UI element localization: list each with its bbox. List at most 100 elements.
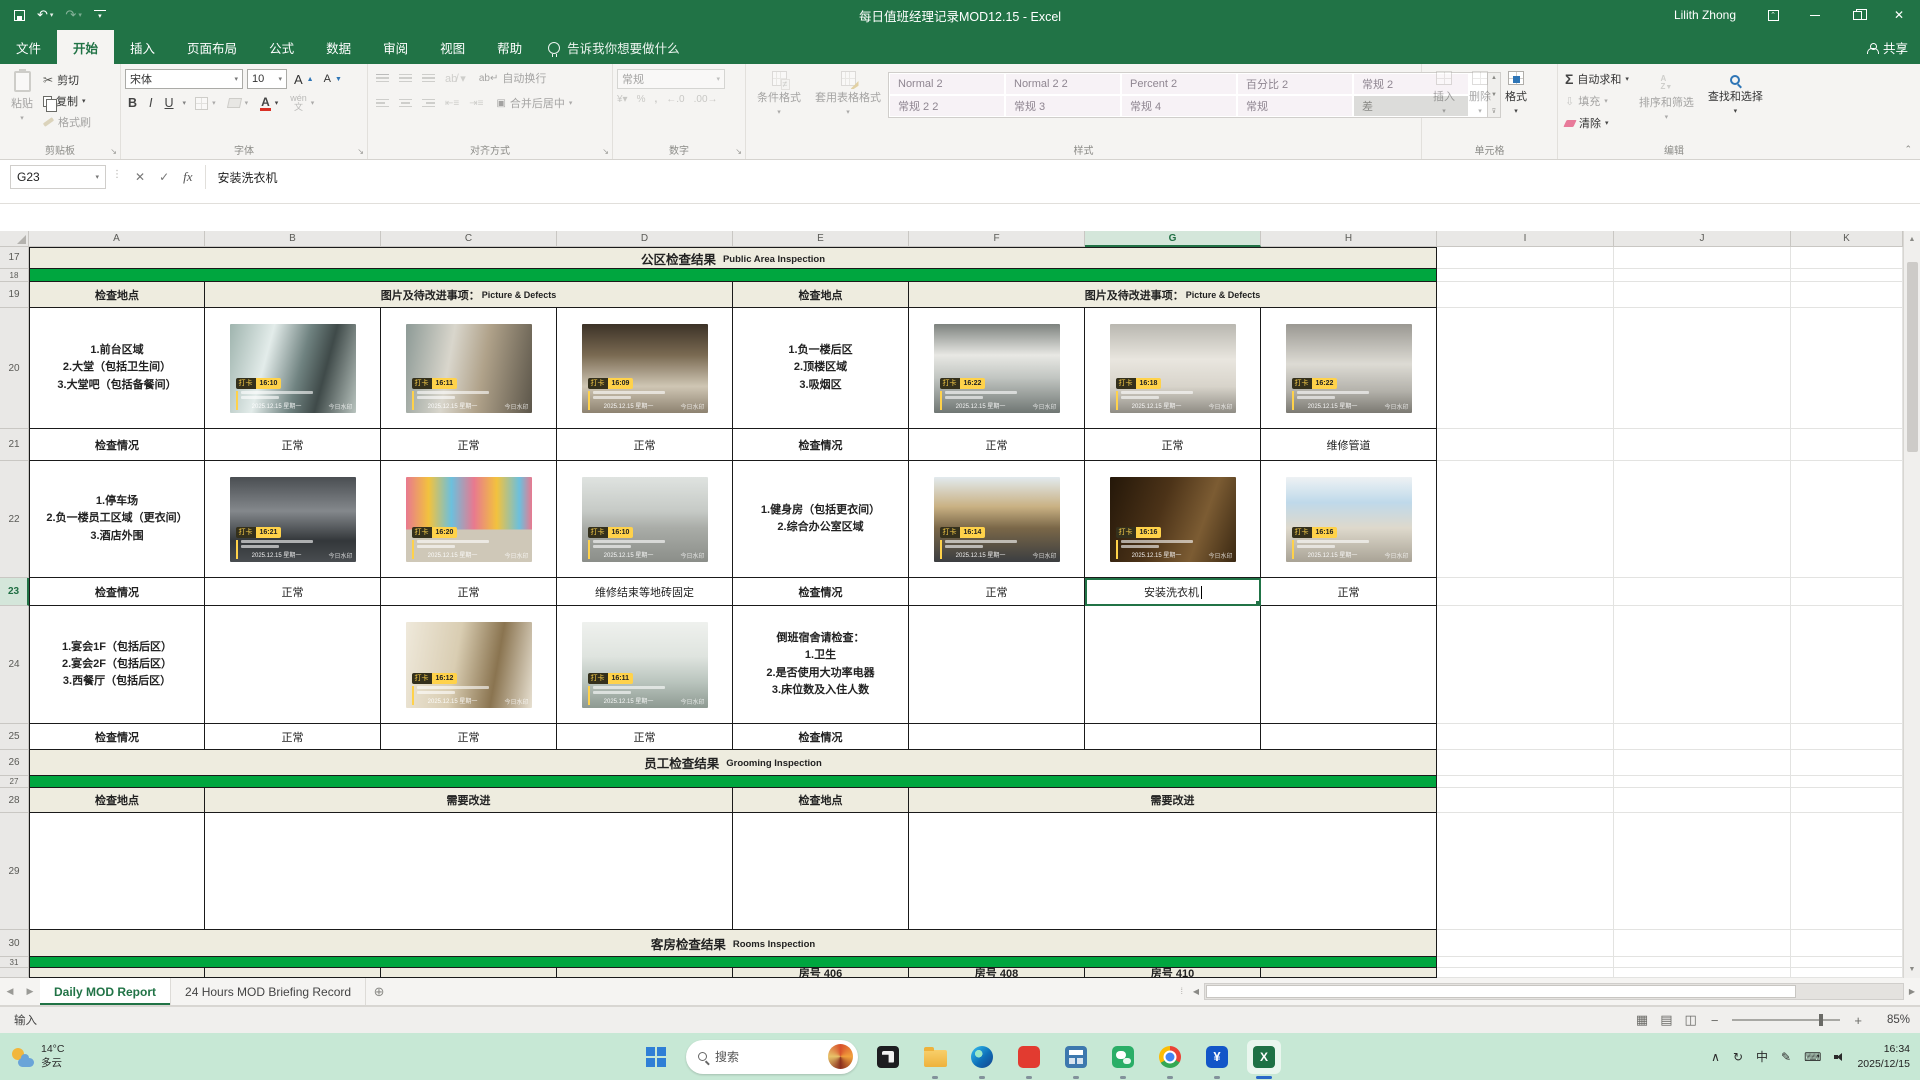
- empty-cell-J[interactable]: [1614, 429, 1791, 461]
- cell-D-row24[interactable]: 打卡16:112025.12.15 星期一今日水印: [557, 606, 733, 724]
- empty-cell-J[interactable]: [1614, 308, 1791, 429]
- cell-D-row23[interactable]: 维修结束等地砖固定: [557, 578, 733, 606]
- tab-review[interactable]: 审阅: [367, 30, 424, 64]
- confirm-entry-button[interactable]: ✓: [159, 170, 169, 184]
- align-center-button[interactable]: [399, 97, 412, 110]
- cell-D-row25[interactable]: 正常: [557, 724, 733, 750]
- ribbon-display-options-button[interactable]: ⌃: [1752, 0, 1794, 30]
- cell-H-row20[interactable]: 打卡16:222025.12.15 星期一今日水印: [1261, 308, 1437, 429]
- wrap-text-button[interactable]: ab↵自动换行: [476, 69, 550, 87]
- zoom-slider-thumb[interactable]: [1819, 1014, 1823, 1026]
- italic-button[interactable]: I: [146, 96, 155, 110]
- column-header-D[interactable]: D: [557, 231, 733, 247]
- cell-B-D-row29[interactable]: [205, 813, 733, 930]
- number-format-select[interactable]: 常规▾: [617, 69, 725, 89]
- empty-cell-J[interactable]: [1614, 957, 1791, 968]
- cell-E-row29[interactable]: [733, 813, 909, 930]
- empty-cell-J[interactable]: [1614, 724, 1791, 750]
- cell-F-H-row29[interactable]: [909, 813, 1437, 930]
- tell-me-box[interactable]: 告诉我你想要做什么: [538, 30, 690, 64]
- autosum-button[interactable]: Σ自动求和▾: [1562, 70, 1632, 88]
- empty-cell-K[interactable]: [1791, 247, 1903, 269]
- empty-cell-K[interactable]: [1791, 968, 1903, 978]
- delete-cells-button[interactable]: 删除▾: [1462, 69, 1498, 117]
- taskbar-wechat[interactable]: [1106, 1040, 1140, 1074]
- accounting-format-button[interactable]: ¥▾: [617, 94, 628, 105]
- phonetic-guide-button[interactable]: wén文▾: [287, 93, 317, 113]
- row-header-28[interactable]: 28: [0, 788, 29, 813]
- empty-cell-J[interactable]: [1614, 269, 1791, 282]
- row-header-27[interactable]: 27: [0, 776, 29, 788]
- empty-cell-I[interactable]: [1437, 282, 1614, 308]
- empty-cell-K[interactable]: [1791, 788, 1903, 813]
- cell-A-row25[interactable]: 检查情况: [29, 724, 205, 750]
- cell-F-H-row28[interactable]: 需要改进: [909, 788, 1437, 813]
- empty-cell-K[interactable]: [1791, 750, 1903, 776]
- copy-button[interactable]: 复制▾: [40, 92, 94, 110]
- cell-E-row20[interactable]: 1.负一楼后区2.顶楼区域3.吸烟区: [733, 308, 909, 429]
- zoom-slider[interactable]: [1732, 1019, 1840, 1021]
- undo-button[interactable]: ↶▾: [37, 7, 53, 23]
- cell-F-row22[interactable]: 打卡16:142025.12.15 星期一今日水印: [909, 461, 1085, 578]
- search-highlight-icon[interactable]: [828, 1044, 853, 1069]
- empty-cell-J[interactable]: [1614, 813, 1791, 930]
- zoom-out-button[interactable]: −: [1709, 1013, 1721, 1028]
- column-header-I[interactable]: I: [1437, 231, 1614, 247]
- cell-H-row22[interactable]: 打卡16:162025.12.15 星期一今日水印: [1261, 461, 1437, 578]
- customize-qat-button[interactable]: ▾: [94, 10, 106, 20]
- font-name-select[interactable]: 宋体▾: [125, 69, 243, 89]
- cell-H-row23[interactable]: 正常: [1261, 578, 1437, 606]
- empty-cell-I[interactable]: [1437, 788, 1614, 813]
- empty-cell-J[interactable]: [1614, 776, 1791, 788]
- cell-C-row22[interactable]: 打卡16:202025.12.15 星期一今日水印: [381, 461, 557, 578]
- cell-B-row23[interactable]: 正常: [205, 578, 381, 606]
- page-break-view-button[interactable]: ◫: [1685, 1012, 1697, 1028]
- empty-cell-I[interactable]: [1437, 930, 1614, 957]
- alignment-dialog-launcher[interactable]: ↘: [602, 147, 609, 156]
- empty-cell-K[interactable]: [1791, 813, 1903, 930]
- minimize-button[interactable]: [1794, 0, 1836, 30]
- column-header-J[interactable]: J: [1614, 231, 1791, 247]
- name-box[interactable]: G23▾: [10, 165, 106, 189]
- increase-decimal-button[interactable]: ←.0: [666, 94, 684, 105]
- taskbar-weather-widget[interactable]: 14°C多云: [12, 1033, 64, 1080]
- increase-font-button[interactable]: A▲: [291, 71, 317, 88]
- empty-cell-I[interactable]: [1437, 750, 1614, 776]
- format-as-table-button[interactable]: 套用表格格式▾: [808, 69, 888, 118]
- cell-C-row23[interactable]: 正常: [381, 578, 557, 606]
- cell-F[interactable]: 房号 408: [909, 968, 1085, 978]
- empty-cell-K[interactable]: [1791, 930, 1903, 957]
- empty-cell-K[interactable]: [1791, 606, 1903, 724]
- cell-F-H-row19[interactable]: 图片及待改进事项：Picture & Defects: [909, 282, 1437, 308]
- paste-button[interactable]: 粘贴▾: [4, 69, 40, 124]
- taskbar-finance-app[interactable]: ¥: [1200, 1040, 1234, 1074]
- row-header-partial[interactable]: [0, 968, 29, 978]
- column-header-K[interactable]: K: [1791, 231, 1903, 247]
- decrease-indent-button[interactable]: ⇤≡: [445, 98, 459, 109]
- cell-E-row21[interactable]: 检查情况: [733, 429, 909, 461]
- clear-button[interactable]: 清除▾: [1562, 114, 1632, 132]
- cell-A-row21[interactable]: 检查情况: [29, 429, 205, 461]
- cell-F-row23[interactable]: 正常: [909, 578, 1085, 606]
- cell-A[interactable]: [29, 968, 205, 978]
- number-dialog-launcher[interactable]: ↘: [735, 147, 742, 156]
- cell-G-row25[interactable]: [1085, 724, 1261, 750]
- empty-cell-K[interactable]: [1791, 429, 1903, 461]
- empty-cell-I[interactable]: [1437, 269, 1614, 282]
- column-header-A[interactable]: A: [29, 231, 205, 247]
- scrollbar-resize-handle[interactable]: ⁞: [1176, 986, 1188, 996]
- underline-button[interactable]: U: [162, 96, 177, 110]
- percent-style-button[interactable]: %: [637, 94, 646, 105]
- cell-C-row20[interactable]: 打卡16:112025.12.15 星期一今日水印: [381, 308, 557, 429]
- taskbar-file-explorer[interactable]: [918, 1040, 952, 1074]
- empty-cell-J[interactable]: [1614, 578, 1791, 606]
- ime-indicator[interactable]: 中: [1756, 1048, 1768, 1065]
- row-header-25[interactable]: 25: [0, 724, 29, 750]
- font-dialog-launcher[interactable]: ↘: [357, 147, 364, 156]
- cell-D[interactable]: [557, 968, 733, 978]
- row-header-17[interactable]: 17: [0, 247, 29, 269]
- formula-input[interactable]: 安装洗衣机: [206, 165, 290, 190]
- font-size-select[interactable]: 10▾: [247, 69, 287, 89]
- cell-D-row21[interactable]: 正常: [557, 429, 733, 461]
- tray-overflow-chevron-icon[interactable]: ∧: [1711, 1050, 1720, 1064]
